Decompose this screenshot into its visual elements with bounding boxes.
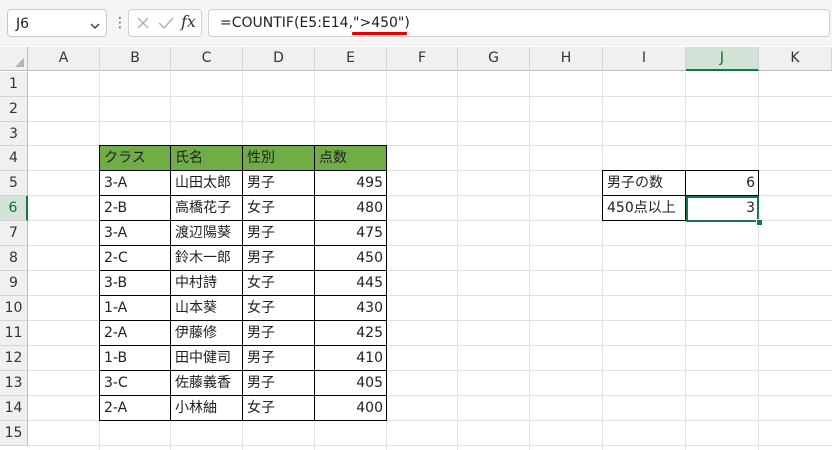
table-column-divider (170, 145, 171, 421)
table-row-divider (99, 370, 387, 371)
gridline-horizontal (28, 121, 832, 122)
table-row-divider (99, 245, 387, 246)
table-column-divider (242, 145, 243, 421)
gridline-vertical (529, 72, 530, 450)
formula-bar: J6 ⋮ fx =COUNTIF(E5:E14,">450") (0, 0, 832, 46)
row-header-15[interactable]: 15 (0, 421, 28, 446)
row-header-1[interactable]: 1 (0, 72, 28, 97)
column-header-e[interactable]: E (315, 47, 387, 71)
table-row-divider (99, 270, 387, 271)
row-header-9[interactable]: 9 (0, 271, 28, 296)
table-row-divider (99, 320, 387, 321)
gridline-vertical (758, 72, 759, 450)
row-header-8[interactable]: 8 (0, 246, 28, 271)
data-table-border (99, 145, 387, 421)
chevron-down-icon[interactable] (89, 17, 101, 36)
table-column-divider (314, 145, 315, 421)
more-options-icon[interactable]: ⋮ (113, 13, 127, 33)
row-header-5[interactable]: 5 (0, 171, 28, 196)
gridline-vertical (602, 72, 603, 450)
column-header-b[interactable]: B (100, 47, 171, 71)
formula-text: =COUNTIF(E5:E14,">450") (220, 15, 410, 31)
column-header-a[interactable]: A (28, 47, 100, 71)
row-header-13[interactable]: 13 (0, 371, 28, 396)
name-box[interactable]: J6 (7, 9, 107, 37)
row-header-11[interactable]: 11 (0, 321, 28, 346)
row-header-14[interactable]: 14 (0, 396, 28, 421)
column-header-i[interactable]: I (603, 47, 686, 71)
gridline-vertical (685, 72, 686, 450)
select-all-button[interactable] (0, 47, 28, 71)
table-row-divider (99, 170, 387, 171)
formula-input[interactable]: =COUNTIF(E5:E14,">450") (208, 9, 830, 37)
gridline-horizontal (28, 445, 832, 446)
row-header-4[interactable]: 4 (0, 146, 28, 171)
table-row-divider (99, 345, 387, 346)
active-cell-selection[interactable] (686, 196, 759, 222)
column-header-d[interactable]: D (243, 47, 315, 71)
select-all-triangle-icon (15, 58, 24, 67)
enter-check-icon[interactable] (157, 15, 175, 35)
fill-handle[interactable] (756, 219, 763, 226)
row-header-12[interactable]: 12 (0, 346, 28, 371)
table-row-divider (99, 220, 387, 221)
row-header-7[interactable]: 7 (0, 221, 28, 246)
row-header-2[interactable]: 2 (0, 97, 28, 122)
insert-function-icon[interactable]: fx (181, 12, 196, 31)
row-header-10[interactable]: 10 (0, 296, 28, 321)
cancel-icon[interactable] (135, 15, 151, 35)
table-row-divider (99, 395, 387, 396)
row-header-6[interactable]: 6 (0, 196, 28, 221)
column-header-k[interactable]: K (759, 47, 832, 71)
column-header-j[interactable]: J (686, 47, 759, 71)
column-header-h[interactable]: H (530, 47, 603, 71)
table-row-divider (99, 195, 387, 196)
column-header-g[interactable]: G (458, 47, 530, 71)
name-box-value: J6 (16, 16, 30, 32)
gridline-vertical (457, 72, 458, 450)
column-header-f[interactable]: F (387, 47, 458, 71)
table-row-divider (99, 295, 387, 296)
column-header-c[interactable]: C (171, 47, 243, 71)
criteria-underline-annotation (352, 32, 407, 35)
formula-actions: fx (128, 9, 202, 37)
row-header-3[interactable]: 3 (0, 122, 28, 146)
gridline-horizontal (28, 96, 832, 97)
